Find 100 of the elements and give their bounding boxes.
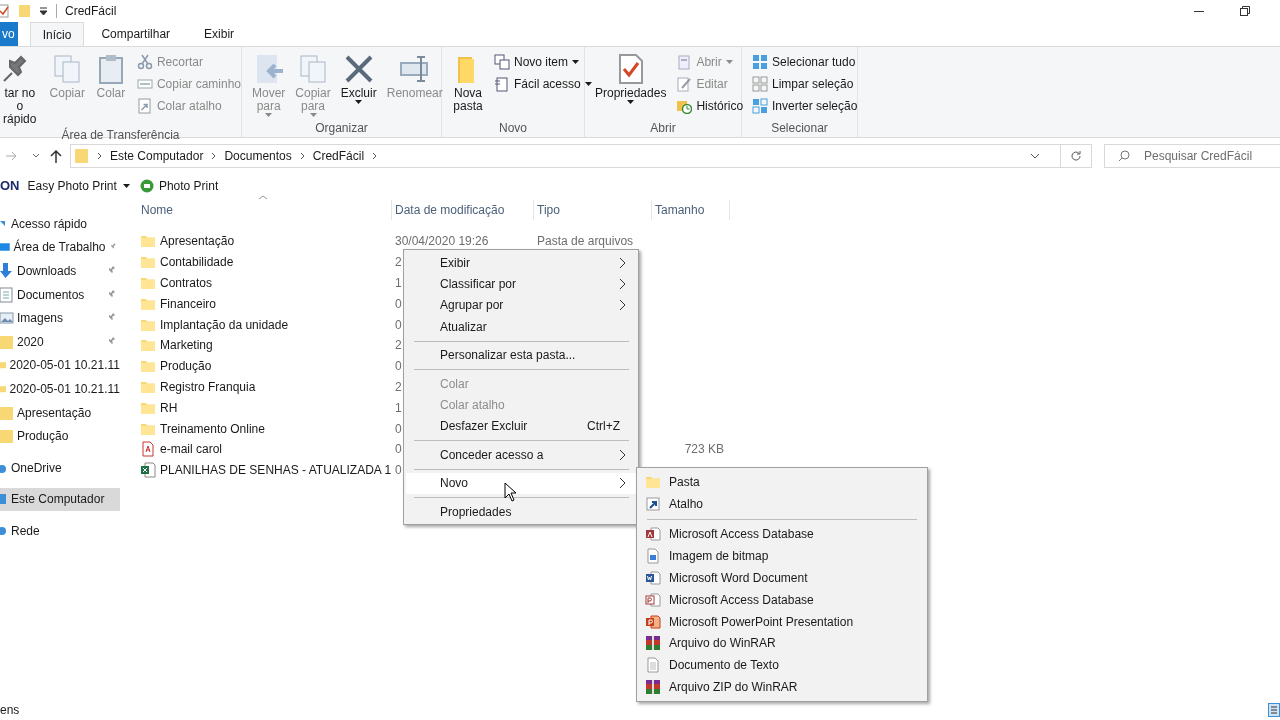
breadcrumb-chevron-icon[interactable] xyxy=(211,152,217,160)
image-icon xyxy=(0,310,14,327)
menu-item[interactable]: Microsoft Access Database xyxy=(637,523,927,546)
nav-item[interactable]: Apresentação xyxy=(0,400,120,425)
file-tab[interactable]: vo xyxy=(0,22,18,46)
menu-item[interactable]: Pasta xyxy=(637,471,927,493)
nav-item[interactable]: 2020-05-01 10.21.11 xyxy=(0,353,120,378)
path-icon xyxy=(136,76,153,92)
caret-icon xyxy=(627,100,635,104)
caret-icon xyxy=(572,60,580,64)
group-label: Área de Transferência xyxy=(60,126,181,144)
ribbon-button[interactable]: Nova pasta xyxy=(448,51,488,119)
ribbon-button[interactable]: Limpar seleção xyxy=(752,73,858,95)
ribbon-button[interactable]: Inverter seleção xyxy=(752,95,858,117)
breadcrumb[interactable]: Documentos xyxy=(224,147,292,165)
customize-dropdown-icon[interactable] xyxy=(39,6,48,16)
nav-item[interactable]: 2020 xyxy=(0,329,120,354)
file-name[interactable]: PLANILHAS DE SENHAS - ATUALIZADA 1 xyxy=(160,461,392,480)
nav-item[interactable]: 2020-05-01 10.21.11 xyxy=(0,377,120,401)
file-name[interactable]: RH xyxy=(160,398,178,417)
menu-item[interactable]: Personalizar esta pasta... xyxy=(406,344,636,366)
history-icon xyxy=(676,98,693,114)
column-header[interactable]: Data de modificação xyxy=(392,200,534,220)
pdf-file-icon xyxy=(140,441,156,458)
properties-icon[interactable] xyxy=(0,4,10,18)
address-bar[interactable]: Este Computador Documentos CredFácil xyxy=(70,144,1092,168)
breadcrumb[interactable]: CredFácil xyxy=(312,147,365,165)
menu-item[interactable]: Documento de Texto xyxy=(637,654,927,677)
menu-item[interactable]: Exibir xyxy=(406,252,636,274)
menu-item[interactable]: Conceder acesso a xyxy=(406,444,636,466)
nav-item[interactable]: Acesso rápido xyxy=(0,212,120,236)
file-name[interactable]: Registro Franquia xyxy=(160,377,256,396)
menu-item[interactable]: Microsoft PowerPoint Presentation xyxy=(637,610,927,633)
file-name[interactable]: Apresentação xyxy=(160,232,235,251)
nav-item[interactable]: Documentos xyxy=(0,282,120,307)
file-name[interactable]: Contratos xyxy=(160,274,213,292)
menu-item[interactable]: Agrupar por xyxy=(406,294,636,317)
nav-item[interactable]: Rede xyxy=(0,519,120,543)
pin-icon xyxy=(106,266,116,276)
file-name[interactable]: Contabilidade xyxy=(160,253,234,272)
column-header[interactable]: Tamanho xyxy=(652,200,730,220)
breadcrumb[interactable]: Este Computador xyxy=(110,147,204,165)
menu-item[interactable]: Propriedades xyxy=(406,500,636,523)
nav-item[interactable]: Este Computador xyxy=(0,487,120,512)
menu-item[interactable]: Novo xyxy=(406,472,636,494)
easy-access-icon xyxy=(494,76,510,92)
menu-item[interactable]: Atalho xyxy=(637,492,927,515)
copy-icon xyxy=(297,53,329,85)
file-name[interactable]: Treinamento Online xyxy=(160,419,265,438)
caret-icon xyxy=(122,184,130,188)
recent-dropdown-icon[interactable] xyxy=(32,153,40,159)
nav-item[interactable]: Imagens xyxy=(0,306,120,330)
menu-item[interactable]: Arquivo do WinRAR xyxy=(637,632,927,655)
ribbon-button[interactable]: Propriedades xyxy=(591,51,671,119)
file-name[interactable]: Produção xyxy=(160,357,212,376)
details-view-icon[interactable] xyxy=(1268,703,1280,717)
printer-icon xyxy=(139,179,154,193)
ribbon-tab[interactable]: Exibir xyxy=(187,22,252,46)
dropdown-icon[interactable] xyxy=(1030,153,1040,159)
restore-icon xyxy=(1240,6,1250,16)
ribbon-button[interactable]: Selecionar tudo xyxy=(752,51,858,73)
nav-item[interactable]: Downloads xyxy=(0,259,120,283)
ribbon-button[interactable]: Excluir xyxy=(336,51,381,119)
up-arrow-icon[interactable] xyxy=(50,149,62,163)
open-icon xyxy=(676,54,693,70)
menu-item[interactable]: Classificar por xyxy=(406,273,636,295)
menu-item[interactable]: Imagem de bitmap xyxy=(637,545,927,568)
date-cell: 1 xyxy=(395,276,402,290)
file-name[interactable]: Financeiro xyxy=(160,294,217,313)
ribbon-tab[interactable]: Início xyxy=(29,22,85,46)
date-cell: 2 xyxy=(395,338,402,353)
type-cell: Pasta de arquivos xyxy=(537,234,634,249)
nav-item[interactable]: OneDrive xyxy=(0,455,120,480)
menu-item[interactable]: Desfazer Excluir Ctrl+Z xyxy=(406,415,636,438)
refresh-icon[interactable] xyxy=(1070,150,1082,162)
ribbon-tab[interactable]: Compartilhar xyxy=(84,22,188,46)
cursor-icon xyxy=(504,482,517,502)
column-header[interactable]: Tipo xyxy=(534,200,652,220)
ribbon-button[interactable]: tar no o rápido xyxy=(0,51,44,126)
date-cell: 0 xyxy=(395,463,402,478)
toolbar-button[interactable]: Photo Print xyxy=(139,177,219,195)
ribbon-button[interactable]: Novo item xyxy=(494,51,592,73)
menu-item[interactable]: Microsoft Access Database xyxy=(637,589,927,611)
breadcrumb-chevron-icon[interactable] xyxy=(97,152,102,160)
nav-item[interactable]: Produção xyxy=(0,424,120,448)
ribbon-button[interactable]: Fácil acesso xyxy=(494,73,592,95)
menu-item[interactable]: Arquivo ZIP do WinRAR xyxy=(637,676,927,698)
search-field[interactable]: Pesquisar CredFácil xyxy=(1104,144,1280,168)
toolbar-button[interactable]: Easy Photo Print xyxy=(27,177,130,195)
file-name[interactable]: Marketing xyxy=(160,336,213,355)
nav-item[interactable]: Área de Trabalho xyxy=(0,235,120,260)
file-name[interactable]: e-mail carol xyxy=(160,440,222,459)
menu-item[interactable]: Microsoft Word Document xyxy=(637,567,927,589)
column-header[interactable]: Nome xyxy=(138,200,392,220)
breadcrumb-chevron-icon[interactable] xyxy=(299,152,305,160)
file-name[interactable]: Implantação da unidade xyxy=(160,315,289,334)
folder-icon xyxy=(140,337,156,354)
ribbon-button[interactable]: Histórico xyxy=(676,95,744,117)
breadcrumb-chevron-icon[interactable] xyxy=(372,152,378,160)
menu-item[interactable]: Atualizar xyxy=(406,316,636,338)
